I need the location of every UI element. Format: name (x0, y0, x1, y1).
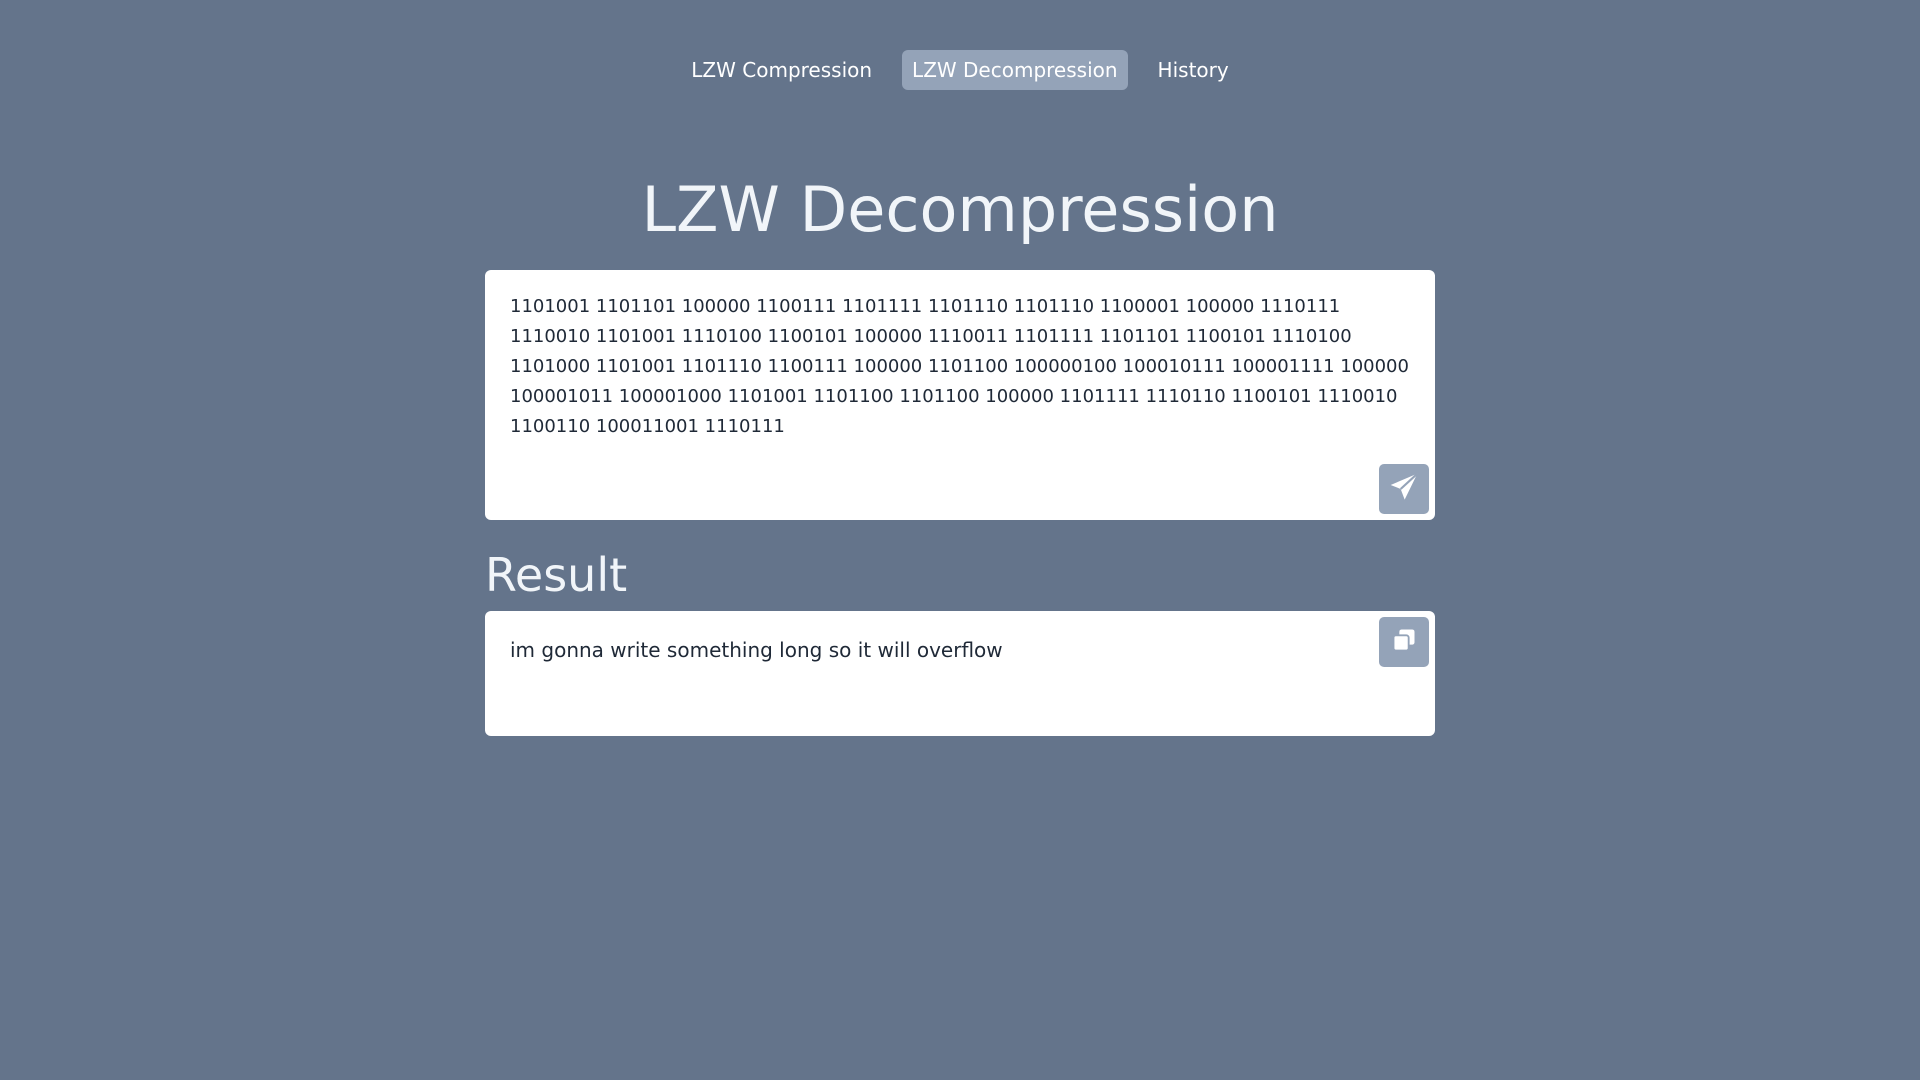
nav-link-lzw-decompression[interactable]: LZW Decompression (902, 50, 1128, 90)
copy-result-button[interactable] (1379, 617, 1429, 667)
input-card: 1101001 1101101 100000 1100111 1101111 1… (485, 270, 1435, 520)
page: LZW Compression LZW Decompression Histor… (0, 0, 1920, 1080)
paper-plane-icon (1388, 471, 1420, 507)
copy-icon (1390, 626, 1418, 658)
page-title: LZW Decompression (641, 173, 1279, 246)
result-card: im gonna write something long so it will… (485, 611, 1435, 736)
binary-input-field[interactable]: 1101001 1101101 100000 1100111 1101111 1… (510, 292, 1410, 492)
nav-link-lzw-compression[interactable]: LZW Compression (681, 50, 882, 90)
top-nav: LZW Compression LZW Decompression Histor… (0, 50, 1920, 90)
nav-link-history[interactable]: History (1148, 50, 1239, 90)
result-text: im gonna write something long so it will… (510, 638, 1003, 662)
result-heading: Result (485, 548, 628, 602)
decompress-submit-button[interactable] (1379, 464, 1429, 514)
